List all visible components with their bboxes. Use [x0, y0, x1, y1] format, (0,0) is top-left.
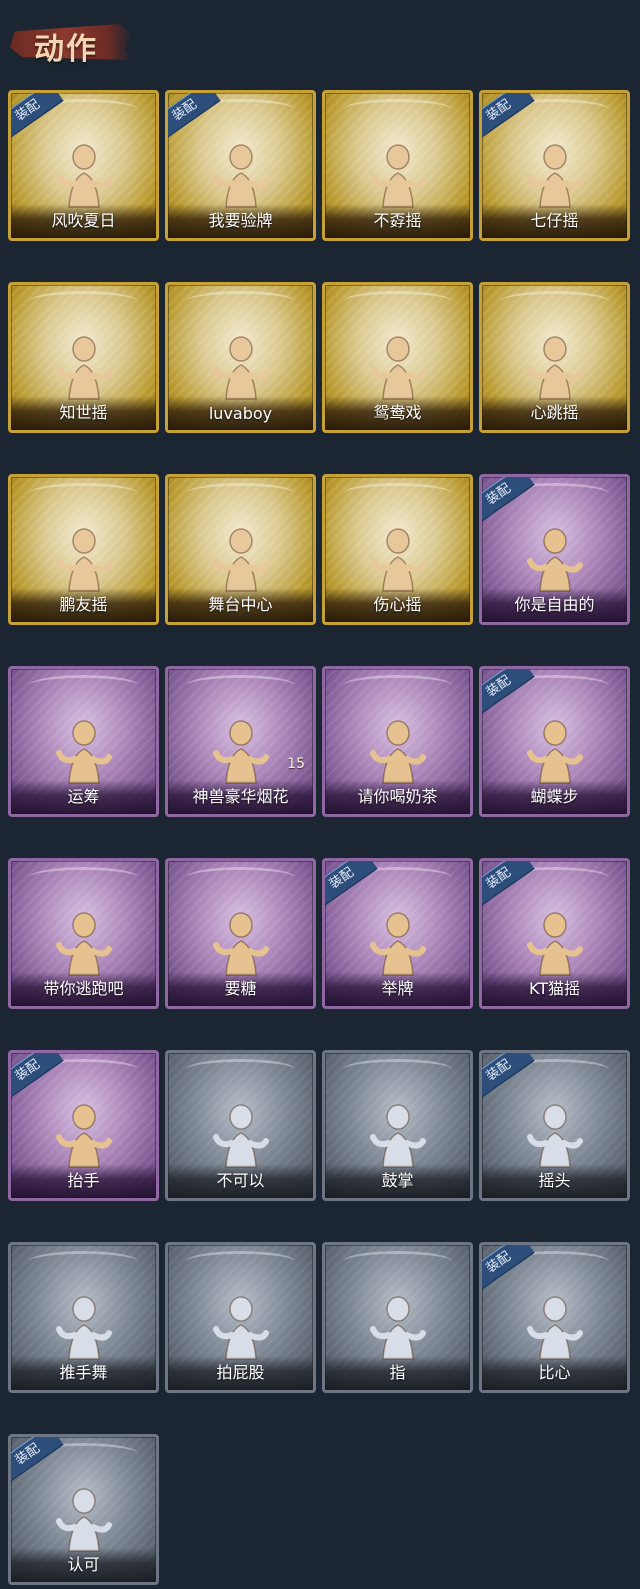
emote-card[interactable]: 鹏友摇: [8, 474, 159, 625]
emote-name: 要糖: [224, 979, 257, 998]
emote-name: 请你喝奶茶: [357, 787, 438, 806]
emote-name: 比心: [538, 1363, 571, 1382]
emote-name: 抬手: [67, 1171, 100, 1190]
emote-card[interactable]: 比心 装配: [479, 1242, 630, 1393]
emote-card[interactable]: 摇头 装配: [479, 1050, 630, 1201]
emote-name: 拍屁股: [216, 1363, 265, 1382]
emote-card[interactable]: 不孬摇: [322, 90, 473, 241]
emote-card[interactable]: 15 神兽豪华烟花: [165, 666, 316, 817]
emote-card[interactable]: luvaboy: [165, 282, 316, 433]
item-count: 15: [287, 756, 305, 772]
emote-name: 鸳鸯戏: [373, 403, 422, 422]
emote-name: 运筹: [67, 787, 100, 806]
emote-card[interactable]: 拍屁股: [165, 1242, 316, 1393]
emote-name: 认可: [67, 1555, 100, 1574]
emote-card[interactable]: 不可以: [165, 1050, 316, 1201]
emote-card[interactable]: 风吹夏日 装配: [8, 90, 159, 241]
card-frame-ornament: [343, 483, 452, 504]
emote-name: 风吹夏日: [51, 211, 116, 230]
emote-card[interactable]: 七仔摇 装配: [479, 90, 630, 241]
emote-card[interactable]: 知世摇: [8, 282, 159, 433]
emote-name: 鹏友摇: [59, 595, 108, 614]
emote-name: 我要验牌: [208, 211, 273, 230]
emote-card[interactable]: 举牌 装配: [322, 858, 473, 1009]
emote-card[interactable]: 运筹: [8, 666, 159, 817]
emote-grid: 风吹夏日 装配 我要验牌 装配不孬摇 七仔摇 装配知世摇 luvaboy 鸳鸯戏 心跳摇鹏友摇 舞…: [8, 90, 630, 1585]
emote-card[interactable]: 蝴蝶步 装配: [479, 666, 630, 817]
emote-name: 指: [389, 1363, 406, 1382]
card-frame-ornament: [343, 99, 452, 120]
emote-name: 带你逃跑吧: [43, 979, 124, 998]
emote-card[interactable]: 抬手 装配: [8, 1050, 159, 1201]
card-frame-ornament: [29, 483, 138, 504]
emote-name: 不孬摇: [373, 211, 422, 230]
emote-card[interactable]: 要糖: [165, 858, 316, 1009]
emote-card[interactable]: 请你喝奶茶: [322, 666, 473, 817]
card-frame-ornament: [29, 867, 138, 888]
emote-card[interactable]: 认可 装配: [8, 1434, 159, 1585]
emote-name: 鼓掌: [381, 1171, 414, 1190]
card-frame-ornament: [29, 1251, 138, 1272]
emote-card[interactable]: KT猫摇 装配: [479, 858, 630, 1009]
emote-name: KT猫摇: [528, 979, 581, 998]
emote-card[interactable]: 心跳摇: [479, 282, 630, 433]
emote-card[interactable]: 伤心摇: [322, 474, 473, 625]
emote-name: luvaboy: [208, 404, 273, 423]
emote-card[interactable]: 推手舞: [8, 1242, 159, 1393]
emote-name: 你是自由的: [514, 595, 595, 614]
section-title-banner: 动作: [10, 18, 132, 67]
card-frame-ornament: [343, 291, 452, 312]
emote-name: 伤心摇: [373, 595, 422, 614]
emote-card[interactable]: 舞台中心: [165, 474, 316, 625]
card-frame-ornament: [343, 1251, 452, 1272]
emote-card[interactable]: 指: [322, 1242, 473, 1393]
emote-card[interactable]: 鸳鸯戏: [322, 282, 473, 433]
emote-name: 心跳摇: [530, 403, 579, 422]
section-title: 动作: [34, 32, 98, 67]
card-frame-ornament: [186, 867, 295, 888]
emote-name: 七仔摇: [530, 211, 579, 230]
emote-name: 举牌: [381, 979, 414, 998]
emote-name: 知世摇: [59, 403, 108, 422]
emote-card[interactable]: 带你逃跑吧: [8, 858, 159, 1009]
card-frame-ornament: [343, 1059, 452, 1080]
emote-name: 神兽豪华烟花: [192, 787, 289, 806]
emote-page: 动作 风吹夏日 装配 我要验牌 装配不孬摇 七仔摇 装配知世摇 luvaboy 鸳鸯戏 心跳摇鹏…: [0, 0, 640, 1589]
emote-card[interactable]: 我要验牌 装配: [165, 90, 316, 241]
emote-name: 舞台中心: [208, 595, 273, 614]
emote-card[interactable]: 你是自由的 装配: [479, 474, 630, 625]
emote-name: 蝴蝶步: [530, 787, 579, 806]
emote-card[interactable]: 鼓掌: [322, 1050, 473, 1201]
card-frame-ornament: [29, 675, 138, 696]
card-frame-ornament: [186, 483, 295, 504]
emote-name: 推手舞: [59, 1363, 108, 1382]
card-frame-ornament: [186, 1251, 295, 1272]
emote-name: 摇头: [538, 1171, 571, 1190]
card-frame-ornament: [186, 291, 295, 312]
card-frame-ornament: [186, 675, 295, 696]
card-frame-ornament: [29, 291, 138, 312]
card-frame-ornament: [343, 675, 452, 696]
card-frame-ornament: [500, 291, 609, 312]
emote-name: 不可以: [216, 1171, 265, 1190]
card-frame-ornament: [186, 1059, 295, 1080]
